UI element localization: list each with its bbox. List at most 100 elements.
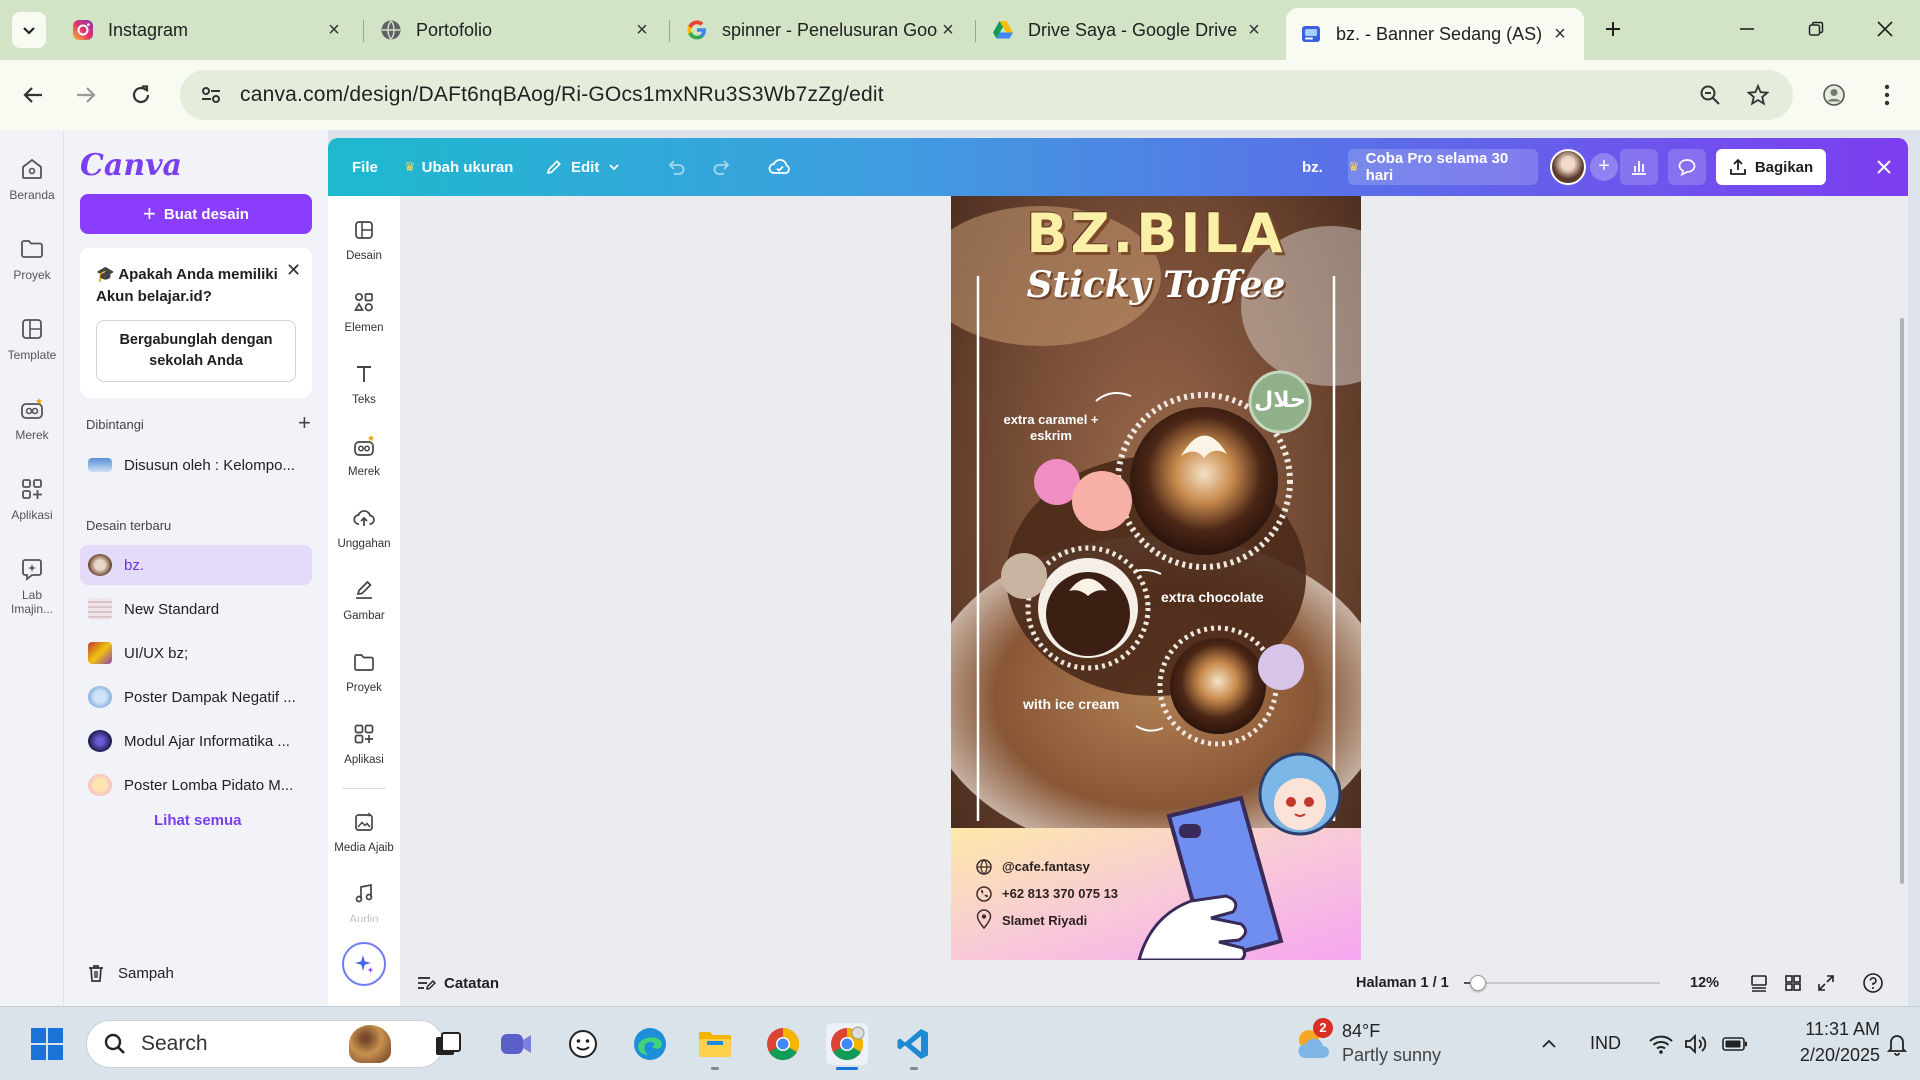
edge-browser-button[interactable] — [629, 1023, 671, 1065]
save-status-button[interactable] — [768, 138, 792, 196]
close-tab-icon[interactable]: × — [1244, 20, 1264, 40]
tool-text[interactable]: Teks — [328, 362, 400, 406]
zoom-percentage[interactable]: 12% — [1690, 960, 1719, 1006]
chrome-button[interactable] — [762, 1023, 804, 1065]
notifications-button[interactable] — [1876, 1023, 1918, 1065]
close-tab-icon[interactable]: × — [632, 20, 652, 40]
forward-button[interactable] — [67, 76, 105, 114]
tool-draw[interactable]: Gambar — [328, 578, 400, 622]
zoom-slider-track[interactable] — [1464, 982, 1660, 984]
battery-button[interactable] — [1714, 1023, 1756, 1065]
grid-view-button[interactable] — [1783, 960, 1803, 1006]
help-button[interactable] — [1862, 960, 1884, 1006]
tool-elements[interactable]: Elemen — [328, 290, 400, 334]
contact-address[interactable]: Slamet Riyadi — [1002, 913, 1087, 928]
trash-button[interactable]: Sampah — [86, 963, 174, 983]
page-indicator[interactable]: Halaman 1 / 1 — [1356, 960, 1449, 1006]
tab-google-search[interactable]: spinner - Penelusuran Google × — [672, 8, 972, 52]
address-bar[interactable]: canva.com/design/DAFt6nqBAog/Ri-GOcs1mxN… — [180, 70, 1793, 120]
resize-button[interactable]: ♛ Ubah ukuran — [404, 138, 513, 196]
browser-menu-button[interactable] — [1868, 76, 1906, 114]
file-explorer-button[interactable] — [694, 1023, 736, 1065]
new-tab-button[interactable] — [1598, 14, 1628, 44]
profile-button[interactable] — [1815, 76, 1853, 114]
recent-item[interactable]: Poster Dampak Negatif ... — [80, 677, 312, 717]
zoom-slider-thumb[interactable] — [1470, 975, 1486, 991]
magic-assistant-button[interactable] — [342, 942, 386, 986]
volume-button[interactable] — [1674, 1023, 1716, 1065]
restore-button[interactable] — [1801, 14, 1831, 44]
page-view-button[interactable] — [1749, 960, 1769, 1006]
rail-item-lab-imajinasi[interactable]: Lab Imajin... — [0, 556, 64, 616]
clock-time[interactable]: 11:31 AM — [1770, 1019, 1880, 1040]
tab-portofolio[interactable]: Portofolio × — [366, 8, 666, 52]
recent-item[interactable]: Poster Lomba Pidato M... — [80, 765, 312, 805]
tab-search-button[interactable] — [12, 12, 46, 48]
create-design-button[interactable]: + Buat desain — [80, 194, 312, 234]
starred-item[interactable]: Disusun oleh : Kelompo... — [80, 445, 312, 485]
recent-item[interactable]: UI/UX bz; — [80, 633, 312, 673]
close-window-button[interactable] — [1870, 14, 1900, 44]
tool-design[interactable]: Desain — [328, 218, 400, 262]
redo-button[interactable] — [712, 138, 732, 196]
input-language[interactable]: IND — [1590, 1033, 1621, 1054]
rail-item-proyek[interactable]: Proyek — [0, 236, 64, 282]
minimize-button[interactable] — [1732, 14, 1762, 44]
try-pro-button[interactable]: ♛ Coba Pro selama 30 hari — [1348, 149, 1538, 185]
fullscreen-button[interactable] — [1816, 960, 1836, 1006]
poster-title[interactable]: BZ.BILA — [951, 202, 1361, 265]
contact-phone[interactable]: +62 813 370 075 13 — [1002, 886, 1118, 901]
see-all-link[interactable]: Lihat semua — [154, 812, 242, 829]
comments-button[interactable] — [1668, 149, 1706, 185]
recent-item[interactable]: Modul Ajar Informatika ... — [80, 721, 312, 761]
label-extra-caramel[interactable]: extra caramel + eskrim — [991, 412, 1111, 444]
tool-projects[interactable]: Proyek — [328, 650, 400, 694]
design-canvas[interactable]: BZ.BILA Sticky Toffee extra caramel + es… — [951, 196, 1361, 960]
reload-button[interactable] — [122, 76, 160, 114]
tool-apps[interactable]: Aplikasi — [328, 722, 400, 766]
show-hidden-icons-button[interactable] — [1528, 1023, 1570, 1065]
label-extra-chocolate[interactable]: extra chocolate — [1161, 589, 1264, 605]
taskbar-search[interactable]: Search — [86, 1020, 444, 1068]
rail-item-template[interactable]: Template — [0, 316, 64, 362]
tab-instagram[interactable]: Instagram × — [58, 8, 358, 52]
label-with-ice-cream[interactable]: with ice cream — [1023, 696, 1120, 712]
canva-logo[interactable]: Canva — [80, 148, 182, 183]
document-title[interactable]: bz. — [1302, 138, 1323, 196]
zoom-page-button[interactable] — [1691, 76, 1729, 114]
file-menu-button[interactable]: File — [352, 138, 378, 196]
tool-magic-media[interactable]: Media Ajaib — [328, 810, 400, 854]
close-tab-icon[interactable]: × — [324, 20, 344, 40]
start-button[interactable] — [26, 1023, 68, 1065]
site-settings-icon[interactable] — [200, 84, 222, 106]
close-editor-button[interactable] — [1876, 138, 1892, 196]
emoji-app-button[interactable] — [562, 1023, 604, 1065]
join-school-button[interactable]: Bergabunglah dengan sekolah Anda — [96, 320, 296, 382]
chrome-profile-button[interactable] — [826, 1023, 868, 1065]
task-view-button[interactable] — [427, 1023, 469, 1065]
close-icon[interactable]: ✕ — [286, 260, 301, 281]
insights-button[interactable] — [1620, 149, 1658, 185]
workspace-scrollbar[interactable] — [1900, 318, 1904, 884]
tab-google-drive[interactable]: Drive Saya - Google Drive × — [978, 8, 1278, 52]
rail-item-merek[interactable]: Merek — [0, 396, 64, 442]
tool-uploads[interactable]: Unggahan — [328, 506, 400, 550]
vscode-button[interactable] — [892, 1023, 934, 1065]
rail-item-beranda[interactable]: Beranda — [0, 156, 64, 202]
clock-date[interactable]: 2/20/2025 — [1770, 1045, 1880, 1066]
tool-brand[interactable]: Merek — [328, 434, 400, 478]
add-starred-icon[interactable]: + — [298, 410, 311, 436]
back-button[interactable] — [14, 76, 52, 114]
recent-item[interactable]: New Standard — [80, 589, 312, 629]
rail-item-aplikasi[interactable]: Aplikasi — [0, 476, 64, 522]
notes-button[interactable]: Catatan — [416, 960, 499, 1006]
user-avatar[interactable] — [1550, 149, 1586, 185]
recent-item[interactable]: bz. — [80, 545, 312, 585]
close-tab-icon[interactable]: × — [938, 20, 958, 40]
bookmark-button[interactable] — [1739, 76, 1777, 114]
share-button[interactable]: Bagikan — [1716, 149, 1826, 185]
edit-menu-button[interactable]: Edit — [545, 138, 621, 196]
tab-canva-active[interactable]: bz. - Banner Sedang (AS) × — [1286, 8, 1584, 60]
tool-audio[interactable]: Audio — [328, 882, 400, 922]
poster-subtitle[interactable]: Sticky Toffee — [951, 264, 1361, 306]
